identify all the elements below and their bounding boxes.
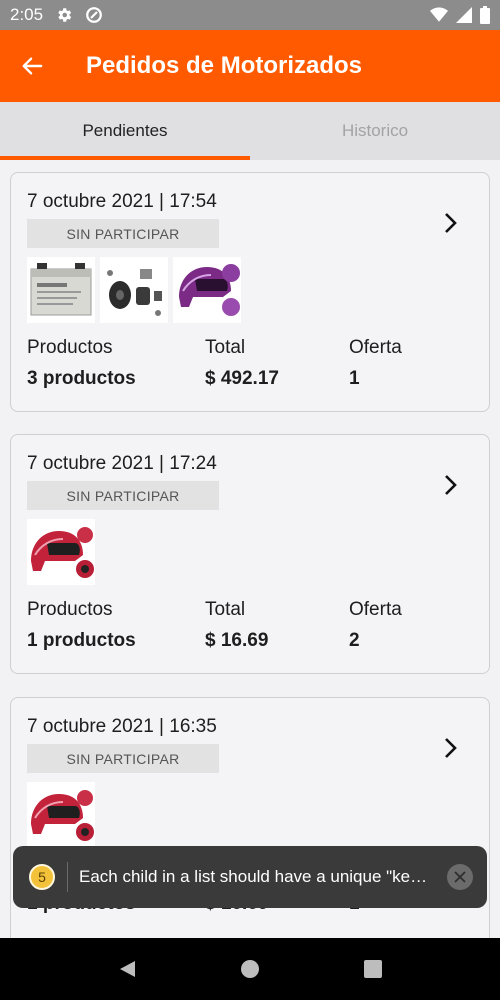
total-value: $ 492.17 xyxy=(205,368,279,389)
total-value: $ 16.69 xyxy=(205,630,269,651)
status-badge: SIN PARTICIPAR xyxy=(27,481,219,510)
circle-home-icon xyxy=(240,960,259,978)
settings-gear-icon xyxy=(55,6,73,24)
status-badge: SIN PARTICIPAR xyxy=(27,744,219,773)
chevron-right-icon[interactable] xyxy=(441,471,461,499)
order-card[interactable]: 7 octubre 2021 | 17:24 SIN PARTICIPAR Pr… xyxy=(10,434,490,674)
offer-value: 1 xyxy=(349,368,360,389)
nav-home-button[interactable] xyxy=(230,949,270,989)
products-value: 1 productos xyxy=(27,630,136,651)
product-thumbnails xyxy=(27,782,473,848)
motor-parts-product-image xyxy=(100,257,168,323)
products-stat: Productos 1 productos xyxy=(27,599,205,652)
wifi-icon xyxy=(430,7,448,23)
offer-label: Oferta xyxy=(349,599,402,620)
toast-message: Each child in a list should have a uniqu… xyxy=(79,867,435,886)
battery-icon xyxy=(480,6,490,24)
red-helmet-product-image xyxy=(27,782,95,848)
order-stats: Productos 1 productos Total $ 16.69 Ofer… xyxy=(27,599,473,652)
square-recents-icon xyxy=(364,960,383,978)
products-value: 3 productos xyxy=(27,368,136,389)
product-thumbnails xyxy=(27,519,473,585)
nav-recents-button[interactable] xyxy=(353,949,393,989)
offer-label: Oferta xyxy=(349,337,402,358)
warning-toast[interactable]: 5 Each child in a list should have a uni… xyxy=(13,846,487,908)
total-stat: Total $ 16.69 xyxy=(205,599,349,652)
order-stats: Productos 3 productos Total $ 492.17 Ofe… xyxy=(27,337,473,390)
order-card[interactable]: 7 octubre 2021 | 17:54 SIN PARTICIPAR Pr… xyxy=(10,172,490,412)
order-date: 7 octubre 2021 | 17:54 xyxy=(27,191,217,212)
status-time: 2:05 xyxy=(10,5,44,24)
chevron-right-icon[interactable] xyxy=(441,209,461,237)
toast-divider xyxy=(67,862,68,892)
app-bar: Pedidos de Motorizados xyxy=(0,30,500,102)
page-title: Pedidos de Motorizados xyxy=(86,52,363,79)
products-stat: Productos 3 productos xyxy=(27,337,205,390)
products-label: Productos xyxy=(27,599,113,620)
chevron-right-icon[interactable] xyxy=(441,734,461,762)
arrow-back-icon xyxy=(22,57,43,75)
order-date: 7 octubre 2021 | 16:35 xyxy=(27,716,217,737)
products-label: Productos xyxy=(27,337,113,358)
status-bar: 2:05 xyxy=(0,0,500,30)
red-helmet-product-image xyxy=(27,519,95,585)
close-icon xyxy=(454,871,466,883)
back-button[interactable] xyxy=(0,30,64,102)
status-badge: SIN PARTICIPAR xyxy=(27,219,219,248)
nav-back-button[interactable] xyxy=(107,949,147,989)
data-saver-icon xyxy=(85,6,103,24)
tab-historico[interactable]: Historico xyxy=(250,102,500,160)
cell-signal-icon xyxy=(456,7,472,23)
total-label: Total xyxy=(205,337,246,358)
order-date: 7 octubre 2021 | 17:24 xyxy=(27,453,217,474)
total-stat: Total $ 492.17 xyxy=(205,337,349,390)
purple-helmet-product-image xyxy=(173,257,241,323)
offer-value: 2 xyxy=(349,630,360,651)
battery-product-image xyxy=(27,257,95,323)
offer-stat: Oferta 2 xyxy=(349,599,402,652)
offer-stat: Oferta 1 xyxy=(349,337,402,390)
total-label: Total xyxy=(205,599,246,620)
tab-bar: Pendientes Historico xyxy=(0,102,500,160)
tab-pendientes[interactable]: Pendientes xyxy=(0,102,250,160)
triangle-back-icon xyxy=(119,961,135,977)
system-nav-bar xyxy=(0,938,500,1000)
toast-dismiss-button[interactable] xyxy=(447,864,473,890)
warning-count-badge: 5 xyxy=(29,864,55,890)
product-thumbnails xyxy=(27,257,473,323)
